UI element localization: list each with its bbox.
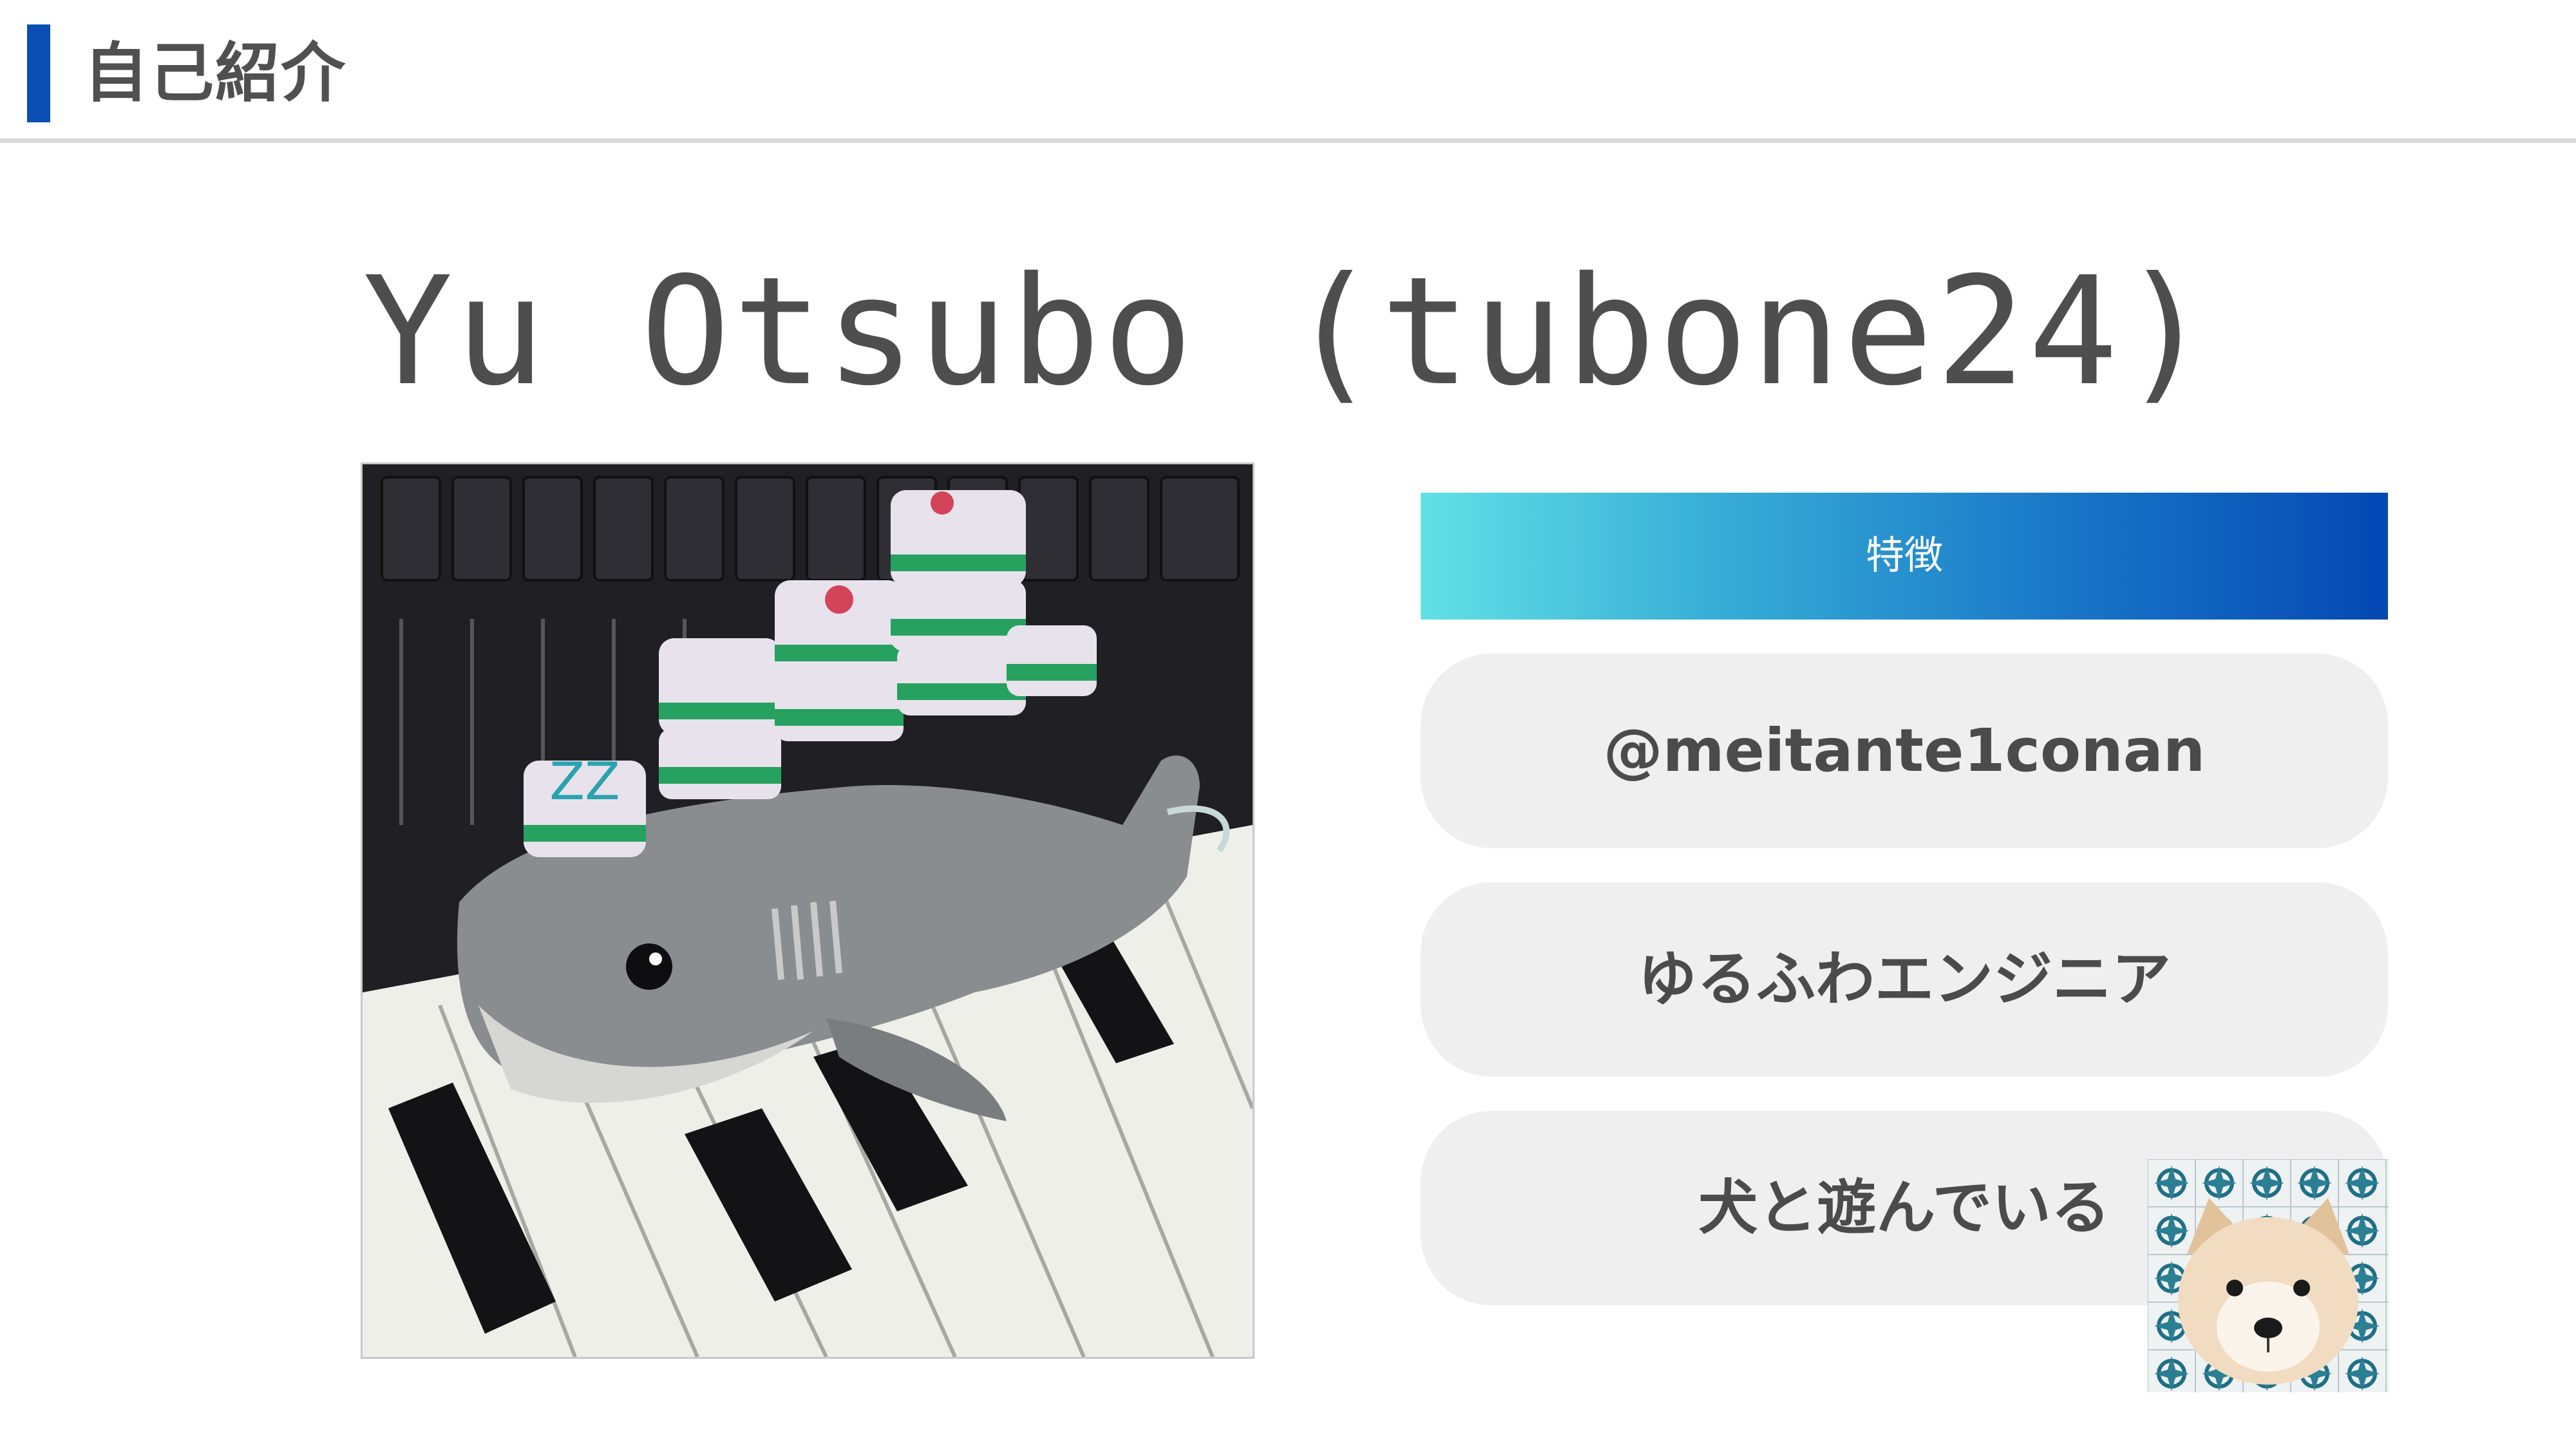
svg-text:ZZ: ZZ <box>549 752 620 811</box>
dog-illustration <box>2148 1159 2389 1392</box>
dog-photo <box>2148 1159 2389 1392</box>
page-title: 自己紹介 <box>84 35 346 111</box>
profile-photo: ZZ <box>361 462 1255 1359</box>
shark-plush-illustration: ZZ <box>363 464 1253 1357</box>
features-header: 特徴 <box>1421 493 2388 620</box>
feature-item-engineer: ゆるふわエンジニア <box>1421 882 2388 1077</box>
header-accent-bar <box>27 24 50 122</box>
feature-item-twitter: @meitante1conan <box>1421 654 2388 848</box>
profile-name: Yu Otsubo (tubone24) <box>363 245 2213 419</box>
slide-header: 自己紹介 <box>0 0 2576 143</box>
